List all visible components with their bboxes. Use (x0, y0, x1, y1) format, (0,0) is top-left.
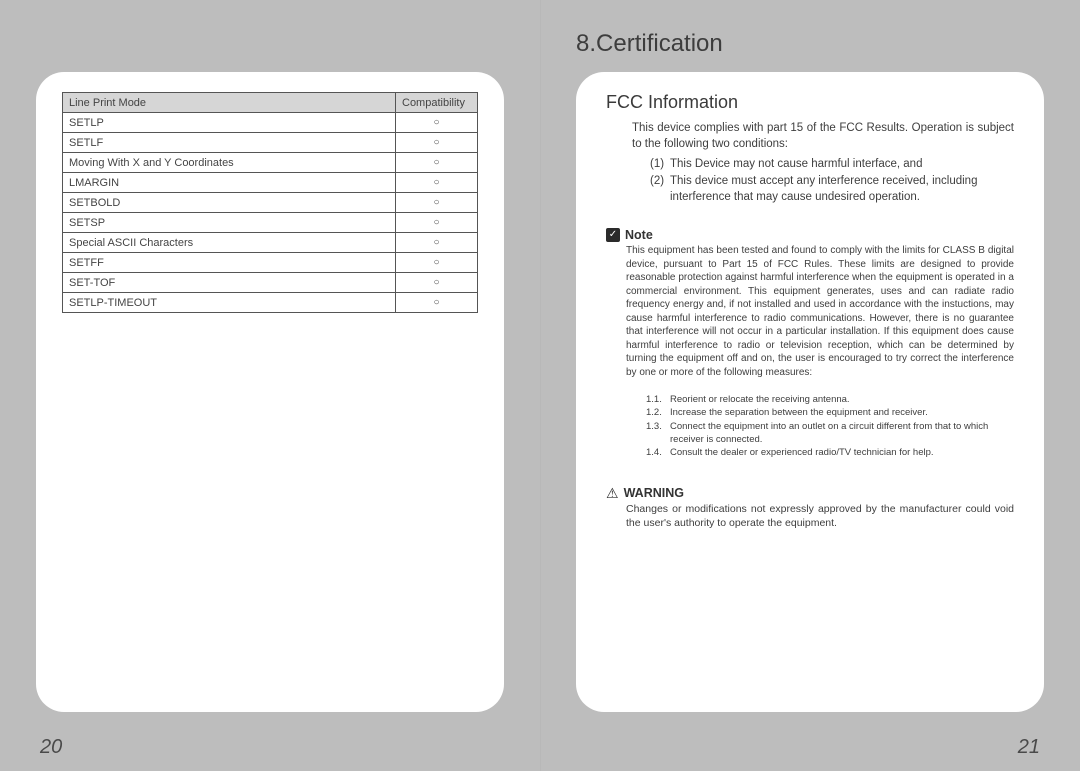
compat-cell: ○ (396, 233, 478, 253)
table-row: SETLF○ (63, 133, 478, 153)
table-row: Moving With X and Y Coordinates○ (63, 153, 478, 173)
condition-text: This device must accept any interference… (670, 173, 1014, 206)
compat-cell: ○ (396, 213, 478, 233)
compat-cell: ○ (396, 193, 478, 213)
compat-table: Line Print Mode Compatibility SETLP○SETL… (62, 92, 478, 313)
table-row: LMARGIN○ (63, 173, 478, 193)
fcc-conditions: (1)This Device may not cause harmful int… (606, 156, 1014, 206)
compat-cell: ○ (396, 253, 478, 273)
table-row: SETFF○ (63, 253, 478, 273)
condition-number: (1) (650, 156, 670, 173)
measure-text: Reorient or relocate the receiving anten… (670, 393, 850, 406)
table-row: SETLP-TIMEOUT○ (63, 293, 478, 313)
table-row: Special ASCII Characters○ (63, 233, 478, 253)
compat-cell: ○ (396, 173, 478, 193)
warning-body: Changes or modifications not expressly a… (606, 502, 1014, 530)
measure-row: 1.4.Consult the dealer or experienced ra… (646, 446, 1014, 459)
condition-row: (1)This Device may not cause harmful int… (650, 156, 1014, 173)
mode-cell: SETBOLD (63, 193, 396, 213)
note-measures: 1.1.Reorient or relocate the receiving a… (606, 393, 1014, 459)
table-row: SETSP○ (63, 213, 478, 233)
mode-cell: SETLP (63, 113, 396, 133)
table-row: SETBOLD○ (63, 193, 478, 213)
col-mode: Line Print Mode (63, 93, 396, 113)
mode-cell: SETSP (63, 213, 396, 233)
measure-text: Connect the equipment into an outlet on … (670, 420, 1014, 447)
warning-head: ⚠ WARNING (606, 486, 1014, 500)
compat-cell: ○ (396, 153, 478, 173)
condition-row: (2)This device must accept any interfere… (650, 173, 1014, 206)
warning-label: WARNING (624, 486, 684, 500)
note-label: Note (625, 228, 653, 242)
note-head: ✓ Note (606, 228, 1014, 242)
mode-cell: SETFF (63, 253, 396, 273)
left-card: Line Print Mode Compatibility SETLP○SETL… (36, 72, 504, 712)
measure-number: 1.2. (646, 406, 670, 419)
measure-text: Consult the dealer or experienced radio/… (670, 446, 934, 459)
mode-cell: SETLF (63, 133, 396, 153)
note-body: This equipment has been tested and found… (606, 244, 1014, 379)
check-icon: ✓ (606, 228, 620, 242)
page-number-left: 20 (40, 736, 62, 759)
compat-cell: ○ (396, 273, 478, 293)
measure-row: 1.3.Connect the equipment into an outlet… (646, 420, 1014, 447)
fcc-intro: This device complies with part 15 of the… (606, 121, 1014, 152)
measure-row: 1.2.Increase the separation between the … (646, 406, 1014, 419)
mode-cell: Moving With X and Y Coordinates (63, 153, 396, 173)
measure-number: 1.3. (646, 420, 670, 447)
warning-icon: ⚠ (606, 486, 619, 500)
measure-row: 1.1.Reorient or relocate the receiving a… (646, 393, 1014, 406)
col-compat: Compatibility (396, 93, 478, 113)
page-number-right: 21 (1018, 736, 1040, 759)
mode-cell: LMARGIN (63, 173, 396, 193)
compat-cell: ○ (396, 293, 478, 313)
measure-text: Increase the separation between the equi… (670, 406, 928, 419)
mode-cell: SET-TOF (63, 273, 396, 293)
left-page: Line Print Mode Compatibility SETLP○SETL… (0, 0, 540, 771)
measure-number: 1.4. (646, 446, 670, 459)
table-row: SETLP○ (63, 113, 478, 133)
mode-cell: SETLP-TIMEOUT (63, 293, 396, 313)
right-card: FCC Information This device complies wit… (576, 72, 1044, 712)
table-row: SET-TOF○ (63, 273, 478, 293)
right-page: FCC Information This device complies wit… (540, 0, 1080, 771)
mode-cell: Special ASCII Characters (63, 233, 396, 253)
compat-cell: ○ (396, 133, 478, 153)
condition-number: (2) (650, 173, 670, 206)
condition-text: This Device may not cause harmful interf… (670, 156, 922, 173)
compat-cell: ○ (396, 113, 478, 133)
fcc-heading: FCC Information (606, 92, 1014, 113)
measure-number: 1.1. (646, 393, 670, 406)
